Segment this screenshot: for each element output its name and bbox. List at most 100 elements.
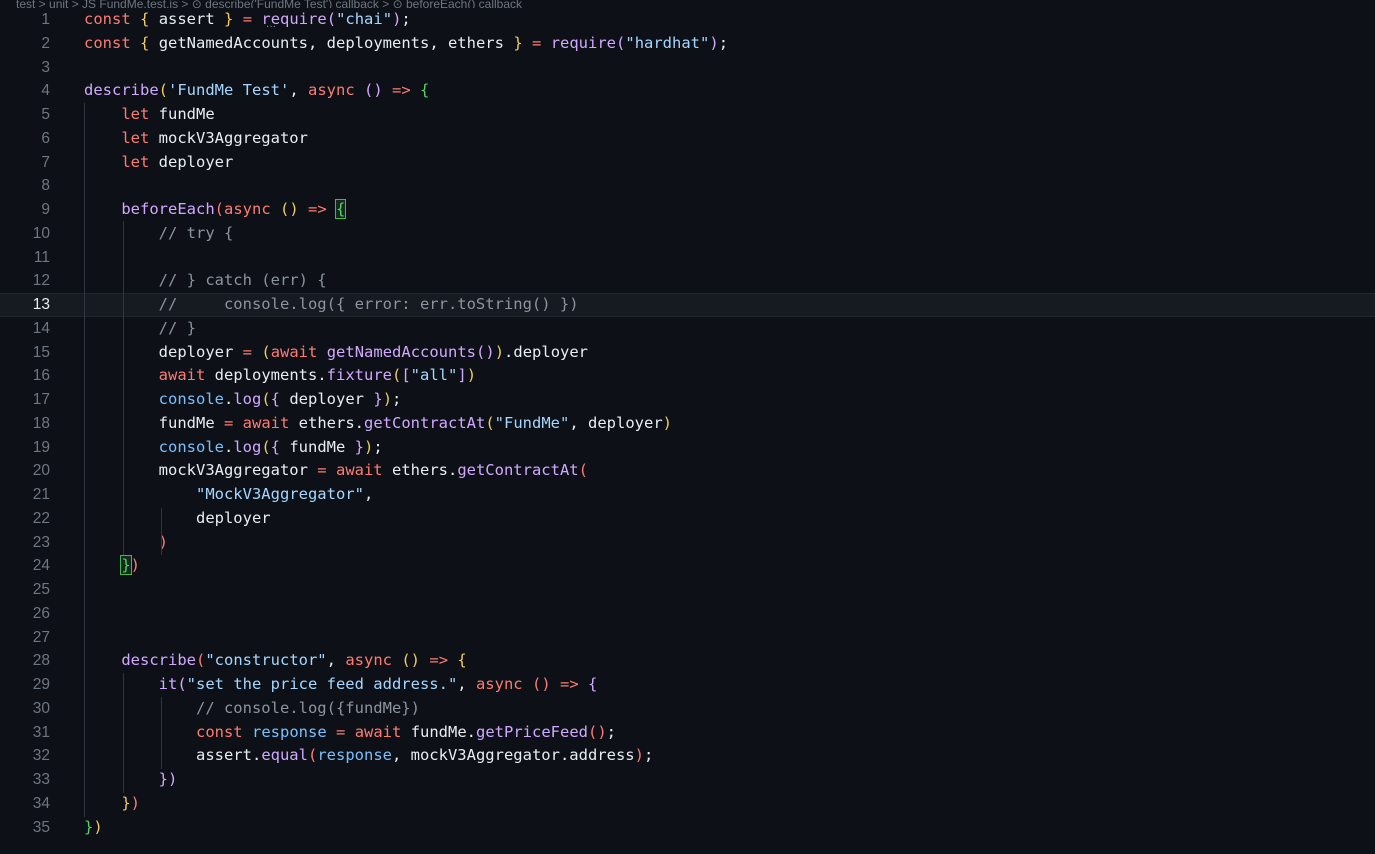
code-token: fundMe [149,105,215,123]
code-line[interactable]: 29 it("set the price feed address.", asy… [0,673,1375,697]
code-editor[interactable]: 1 const { assert } = require("chai"); 2 con… [0,8,1375,854]
code-token: ( [195,651,206,670]
code-token: { [140,10,150,28]
code-line[interactable]: 3 [0,56,1375,80]
code-token: } [224,10,234,28]
code-token: () [280,200,299,218]
code-line[interactable]: 12 // } catch (err) { [0,269,1375,293]
code-token: "FundMe" [494,413,570,432]
code-token: log [233,437,262,456]
code-line[interactable]: 17 console.log({ deployer }); [0,388,1375,412]
code-text: describe("constructor", async () => { [84,649,466,673]
code-token: . [223,390,234,408]
code-token: } [84,817,94,836]
code-line[interactable]: 18 fundMe = await ethers.getContractAt("… [0,412,1375,436]
code-token: it [158,675,178,693]
code-line[interactable]: 27 [0,626,1375,650]
code-token: await [354,722,402,741]
code-line[interactable]: 30 // console.log({fundMe}) [0,697,1375,721]
code-token: ; [643,746,654,765]
line-number: 28 [32,652,50,670]
code-line[interactable]: 34 }) [0,792,1375,816]
line-number: 33 [32,771,50,788]
code-line[interactable]: 21 "MockV3Aggregator", [0,483,1375,507]
line-number: 14 [32,319,50,337]
code-text: assert.equal(response, mockV3Aggregator.… [84,744,653,768]
code-line[interactable]: 7 let deployer [0,151,1375,175]
code-text: console.log({ fundMe }); [84,436,383,460]
code-text: }) [84,816,103,840]
code-text: }) [84,554,140,578]
code-line[interactable]: 13 // console.log({ error: err.toString(… [0,293,1375,317]
code-token: response [252,722,327,741]
code-token: fundMe [158,413,224,432]
code-line[interactable]: 2 const { getNamedAccounts, deployments, … [0,32,1375,56]
line-number: 23 [32,533,50,551]
code-line[interactable]: 14 // } [0,317,1375,341]
code-token: => [560,675,579,693]
code-line[interactable]: 19 console.log({ fundMe }); [0,436,1375,460]
code-line[interactable]: 33 }) [0,768,1375,792]
code-token: require [550,33,617,52]
code-token: , deployer [569,413,663,432]
code-line[interactable]: 20 mockV3Aggregator = await ethers.getCo… [0,459,1375,483]
code-line[interactable]: 22 deployer [0,507,1375,531]
code-text: let fundMe [84,103,215,127]
code-token: } [354,437,365,456]
code-line[interactable]: 15 deployer = (await getNamedAccounts())… [0,341,1375,365]
code-line[interactable]: 8 [0,174,1375,198]
line-number: 32 [32,747,50,765]
code-line[interactable]: 25 [0,578,1375,602]
code-token: => [429,651,449,670]
code-text: // console.log({ error: err.toString() }… [84,294,579,316]
code-line[interactable]: 23 ) [0,531,1375,555]
code-token: ; [392,390,402,408]
line-number: 1 [41,11,50,28]
code-line[interactable]: 35}) [0,816,1375,840]
code-token: ] [457,366,467,385]
code-text: describe('FundMe Test', async () => { [84,79,429,103]
code-token: () [401,651,421,670]
code-token: ( [485,413,495,432]
code-token: async [224,200,271,218]
code-token: ( [177,675,187,693]
code-line[interactable]: 10 // try { [0,222,1375,246]
code-line[interactable]: 11 [0,246,1375,270]
code-token: log [233,390,262,408]
code-line[interactable]: 5 let fundMe [0,103,1375,127]
code-token: "MockV3Aggregator" [195,485,364,503]
line-number: 18 [32,414,50,432]
code-token: response [317,746,392,765]
code-token: ; [606,722,617,741]
code-token: "constructor" [205,651,327,670]
code-line[interactable]: 6 let mockV3Aggregator [0,127,1375,151]
code-line[interactable]: 9 beforeEach(async () => { [0,198,1375,222]
code-token: ( [261,342,271,361]
code-line[interactable]: 31 const response = await fundMe.getPric… [0,721,1375,745]
code-line[interactable]: 28 describe("constructor", async () => { [0,649,1375,673]
code-line[interactable]: 32 assert.equal(response, mockV3Aggregat… [0,744,1375,768]
code-line[interactable]: 16 await deployments.fixture(["all"]) [0,364,1375,388]
code-text: deployer [84,507,271,531]
code-token: . [223,437,234,456]
code-token: ( [391,366,402,385]
code-line[interactable]: 24 }) [0,554,1375,578]
code-token: ) [364,437,374,456]
breadcrumb[interactable]: test > unit > JS FundMe.test.js > ⊙ desc… [0,0,1375,8]
code-line[interactable]: 26 [0,602,1375,626]
code-line[interactable]: 1 const { assert } = require("chai"); [0,8,1375,32]
code-token: ) [662,413,672,432]
code-token: () [588,722,607,741]
code-token: , [289,81,308,100]
code-line[interactable]: 4 describe('FundMe Test', async () => { [0,79,1375,103]
